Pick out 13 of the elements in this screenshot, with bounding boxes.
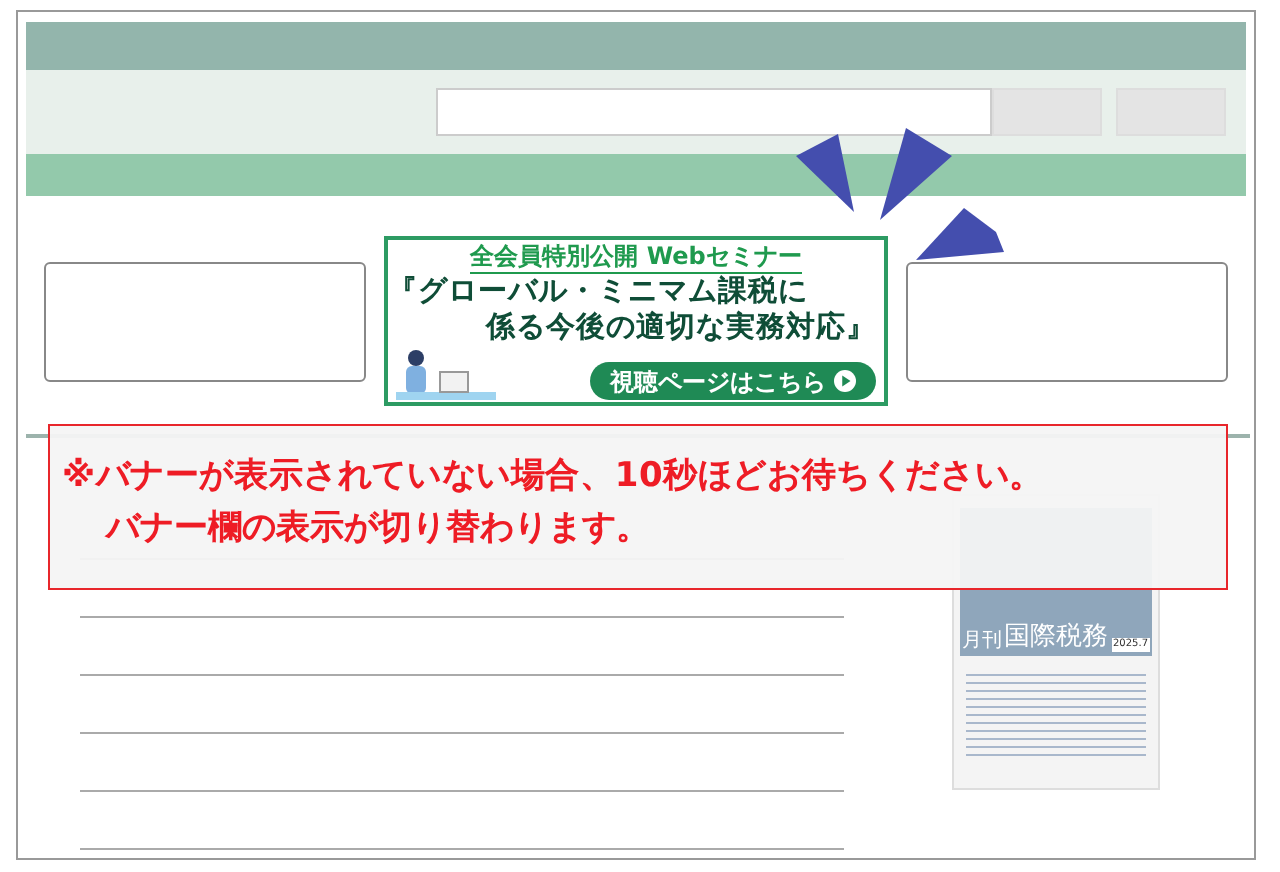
magazine-prefix: 月刊 <box>962 630 1002 652</box>
magazine-title: 国際税務 <box>1004 624 1108 652</box>
watch-page-button[interactable]: 視聴ページはこちら <box>590 362 876 400</box>
notice-text: ※バナーが表示されていない場合、10秒ほどお待ちください。 <box>62 454 1046 500</box>
search-field[interactable] <box>436 88 992 136</box>
notice-text: バナー欄の表示が切り替わります。 <box>102 506 652 552</box>
play-icon <box>834 370 856 392</box>
banner-headline: 全会員特別公開 Webセミナー <box>470 242 802 274</box>
seminar-banner[interactable]: 全会員特別公開 Webセミナー 『グローバル・ミニマム課税に 係る今後の適切な実務対応』 視聴ページはこちら <box>384 236 888 406</box>
search-button[interactable] <box>992 88 1102 136</box>
person-at-laptop-drawing <box>396 348 496 400</box>
banner-title: 係る今後の適切な実務対応』 <box>486 310 878 346</box>
banner-title: 『グローバル・ミニマム課税に <box>388 274 808 310</box>
